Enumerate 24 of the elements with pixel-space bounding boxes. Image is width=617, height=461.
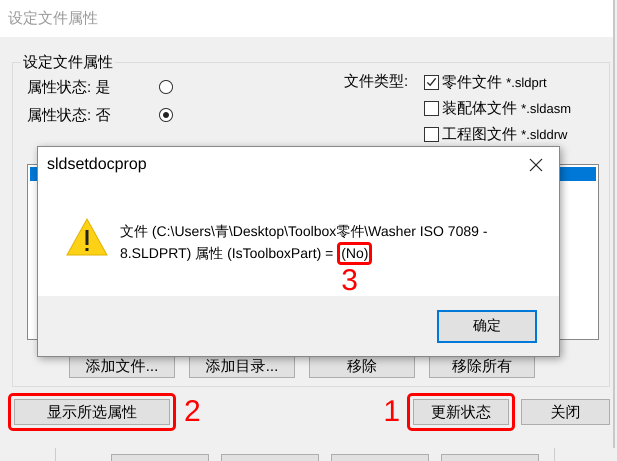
group-title: 设定文件属性 — [22, 53, 114, 72]
annotation-number: 3 — [341, 266, 358, 296]
annotation-number: 1 — [383, 397, 400, 427]
checkbox[interactable] — [424, 100, 439, 116]
dialog-title: sldsetdocprop — [47, 156, 147, 174]
footer-button[interactable]: 显示所选属性 — [14, 399, 170, 425]
window-title: 设定文件属性 — [8, 9, 98, 28]
highlighted-value: (No) — [337, 242, 372, 265]
checkbox-label: 装配体文件 *.sldasm — [442, 98, 572, 118]
footer-button[interactable]: 关闭 — [521, 399, 610, 425]
radio-button[interactable] — [159, 108, 173, 122]
footer-button[interactable]: 更新状态 — [413, 399, 509, 425]
radio-label: 属性状态: 是 — [27, 78, 112, 96]
radio-button[interactable] — [159, 80, 173, 94]
warning-icon — [66, 217, 108, 257]
file-type-label: 文件类型: — [344, 72, 410, 92]
checkbox-label: 零件文件 *.sldprt — [442, 72, 547, 92]
radio-label: 属性状态: 否 — [27, 106, 112, 124]
ok-button[interactable]: 确定 — [437, 310, 537, 342]
checkbox-label: 工程图文件 *.slddrw — [442, 124, 568, 144]
close-icon[interactable] — [529, 158, 543, 172]
checkbox[interactable] — [424, 74, 439, 90]
annotation-number: 2 — [184, 397, 201, 427]
checkbox[interactable] — [424, 126, 439, 142]
